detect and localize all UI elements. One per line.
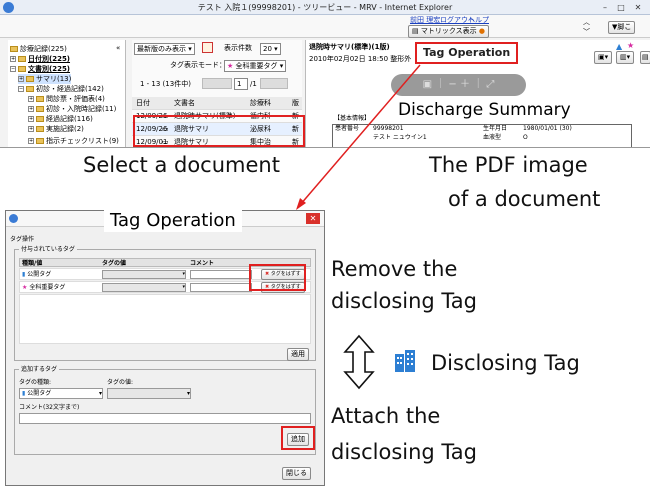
attach-tag-label-1: Attach the: [331, 404, 441, 428]
pdf-image-label-2: of a document: [448, 187, 601, 211]
tag-grid-body: [19, 294, 311, 344]
comment-label: コメント(32文字まで): [19, 404, 80, 411]
pdf-image-label-1: The PDF image: [429, 153, 588, 177]
select-document-label: Select a document: [83, 153, 280, 177]
tag-value-select[interactable]: ▾: [102, 283, 186, 292]
tag-type-select[interactable]: ▮ 公開タグ ▾: [19, 388, 103, 399]
add-comment-field[interactable]: [19, 413, 311, 424]
section-title: タグ操作: [10, 236, 35, 243]
comment-field[interactable]: [190, 283, 252, 292]
add-highlight: [281, 426, 315, 450]
close-dialog-button[interactable]: 閉じる: [282, 467, 311, 480]
attach-tag-label-2: disclosing Tag: [331, 440, 477, 464]
tag-value-select[interactable]: ▾: [102, 270, 186, 279]
star-icon: ★: [22, 284, 28, 291]
attached-group-label: 付与されているタグ: [19, 245, 77, 254]
building-tag-icon: ▮: [22, 390, 26, 397]
up-down-arrow-icon: [343, 334, 375, 390]
tag-type-label: タグの種類:: [19, 379, 52, 386]
add-group-label: 追加するタグ: [19, 365, 60, 374]
building-tag-icon: [395, 350, 415, 372]
apply-button[interactable]: 適用: [287, 348, 309, 361]
remove-tag-label-1: Remove the: [331, 257, 458, 281]
disclosing-tag-label: Disclosing Tag: [431, 351, 580, 375]
remove-highlight: [249, 264, 306, 291]
tag-operation-dialog: ✕ Tag Operation タグ操作 付与されているタグ 種類/値 タグの値…: [5, 210, 325, 486]
tag-value-label: タグの値:: [107, 379, 134, 386]
dialog-close-button[interactable]: ✕: [306, 213, 320, 224]
dialog-title: Tag Operation: [104, 210, 242, 232]
ie-logo-icon: [9, 214, 18, 223]
remove-tag-label-2: disclosing Tag: [331, 289, 477, 313]
add-tag-group: 追加するタグ タグの種類: タグの値: ▮ 公開タグ ▾ ▾ コメント(32文字ま…: [14, 365, 316, 455]
add-tag-value-select[interactable]: ▾: [107, 388, 191, 399]
comment-field[interactable]: [190, 270, 252, 279]
building-tag-icon: ▮: [22, 271, 26, 278]
